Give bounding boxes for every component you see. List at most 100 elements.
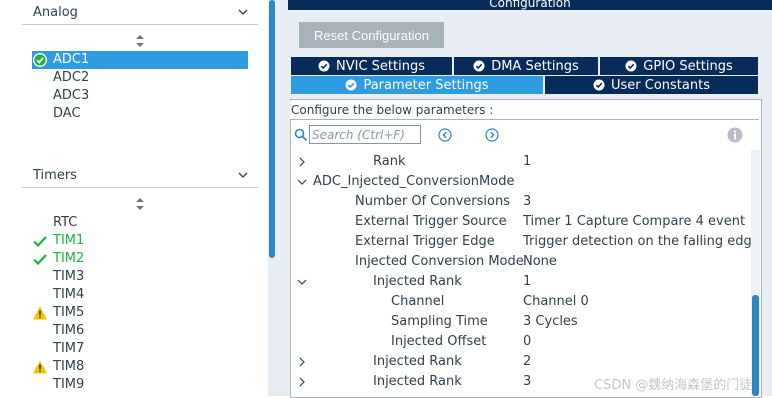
tree-item-tim4[interactable]: TIM4 [53,286,84,304]
previous-match-icon[interactable] [438,128,452,142]
tree-item-label: TIM6 [53,323,85,338]
tab-user-constants[interactable]: User Constants [545,76,760,94]
param-name: Number Of Conversions [355,194,510,209]
chevron-right-icon[interactable] [296,356,308,368]
warning-icon [33,306,47,320]
configuration-panel: Configuration Reset Configuration NVIC S… [288,0,772,398]
tree-item-rtc[interactable]: RTC [53,214,77,232]
tree-item-tim7[interactable]: TIM7 [53,340,84,358]
param-row-external-trigger-source[interactable]: External Trigger Source Timer 1 Capture … [296,212,746,232]
check-circle-icon [593,79,605,91]
search-input[interactable]: Search (Ctrl+F) [309,125,421,144]
left-scrollbar-thumb[interactable] [269,0,275,258]
tree-item-label: TIM4 [53,287,85,302]
timers-section-header[interactable]: Timers [22,163,258,188]
tree-item-label: TIM2 [53,251,85,266]
check-icon [33,254,47,266]
param-row-injected-conversion-mode[interactable]: Injected Conversion Mode None [296,252,746,272]
param-value[interactable]: 1 [523,274,531,289]
tree-item-label: TIM1 [53,233,85,248]
param-value[interactable]: 2 [523,354,531,369]
param-row-injected-offset[interactable]: Injected Offset 0 [296,332,746,352]
tree-item-tim3[interactable]: TIM3 [53,268,84,286]
chevron-down-icon [238,9,248,15]
param-row-injected-conversion-mode-group[interactable]: ADC_Injected_ConversionMode [296,172,746,192]
check-icon [33,236,47,248]
panel-divider[interactable] [276,0,288,396]
param-value[interactable]: 3 [523,194,531,209]
tab-label: GPIO Settings [643,58,733,74]
chevron-down-icon [238,172,248,178]
param-name: External Trigger Edge [355,234,495,249]
tree-item-label: ADC2 [53,70,90,85]
tree-item-adc1[interactable]: ADC1 [32,51,248,69]
sort-icon[interactable] [135,197,145,211]
param-row-rank[interactable]: Rank 1 [296,152,746,172]
timers-header-label: Timers [33,167,77,183]
tree-item-label: ADC1 [53,52,90,67]
param-name: Sampling Time [391,314,488,329]
tree-item-adc2[interactable]: ADC2 [53,69,89,87]
param-value[interactable]: Channel 0 [523,294,589,309]
param-row-number-of-conversions[interactable]: Number Of Conversions 3 [296,192,746,212]
param-value[interactable]: 1 [523,154,531,169]
chevron-down-icon[interactable] [296,176,308,188]
param-name: Injected Conversion Mode [355,254,524,269]
check-circle-icon [33,53,47,67]
info-icon[interactable] [727,127,743,143]
chevron-right-icon[interactable] [296,156,308,168]
param-value[interactable]: Trigger detection on the falling edge [523,234,760,249]
check-circle-icon [345,79,357,91]
tab-nvic-settings[interactable]: NVIC Settings [291,57,454,75]
tree-item-dac[interactable]: DAC [53,105,81,123]
check-circle-icon [625,60,637,72]
param-row-channel[interactable]: Channel Channel 0 [296,292,746,312]
chevron-right-icon[interactable] [296,376,308,388]
tree-item-tim8[interactable]: TIM8 [32,358,84,376]
check-circle-icon [318,60,330,72]
parameter-scrollbar[interactable] [751,150,760,396]
param-name: Injected Offset [391,334,487,349]
tree-item-tim1[interactable]: TIM1 [32,232,84,250]
next-match-icon[interactable] [485,128,499,142]
tab-gpio-settings[interactable]: GPIO Settings [600,57,760,75]
configuration-title: Configuration [288,0,772,10]
analog-header-label: Analog [33,4,78,20]
param-name: Channel [391,294,445,309]
tree-item-tim5[interactable]: TIM5 [32,304,84,322]
tab-label: DMA Settings [491,58,579,74]
param-name: Injected Rank [373,374,462,389]
tree-item-tim2[interactable]: TIM2 [32,250,84,268]
tree-item-label: TIM5 [53,305,85,320]
tree-item-adc3[interactable]: ADC3 [53,87,89,105]
left-scrollbar[interactable] [268,0,276,396]
param-group-name: ADC_Injected_ConversionMode [313,174,515,189]
param-value[interactable]: Timer 1 Capture Compare 4 event [523,214,745,229]
reset-configuration-button[interactable]: Reset Configuration [299,22,444,48]
tree-item-tim9[interactable]: TIM9 [53,376,84,394]
param-value[interactable]: 3 Cycles [523,314,578,329]
analog-section-header[interactable]: Analog [22,0,258,25]
panel-header-text: Configure the below parameters : [290,101,759,120]
param-row-sampling-time[interactable]: Sampling Time 3 Cycles [296,312,746,332]
chevron-down-icon[interactable] [296,276,308,288]
tree-item-label: TIM8 [53,359,85,374]
tree-item-label: ADC3 [53,88,90,103]
tree-item-label: DAC [53,106,81,121]
param-value[interactable]: None [523,254,557,269]
search-icon [294,128,308,142]
sort-icon[interactable] [135,34,145,48]
tab-dma-settings[interactable]: DMA Settings [454,57,600,75]
tab-label: NVIC Settings [336,58,425,74]
param-row-injected-rank-2[interactable]: Injected Rank 2 [296,352,746,372]
param-value[interactable]: 0 [523,334,531,349]
param-row-injected-rank-1[interactable]: Injected Rank 1 [296,272,746,292]
tab-label: Parameter Settings [363,77,489,93]
param-value[interactable]: 3 [523,374,531,389]
param-name: Rank [373,154,406,169]
tab-parameter-settings[interactable]: Parameter Settings [291,76,545,94]
param-row-external-trigger-edge[interactable]: External Trigger Edge Trigger detection … [296,232,760,252]
tree-item-label: TIM9 [53,377,85,392]
tree-item-tim6[interactable]: TIM6 [53,322,84,340]
parameter-scrollbar-thumb[interactable] [752,295,759,396]
